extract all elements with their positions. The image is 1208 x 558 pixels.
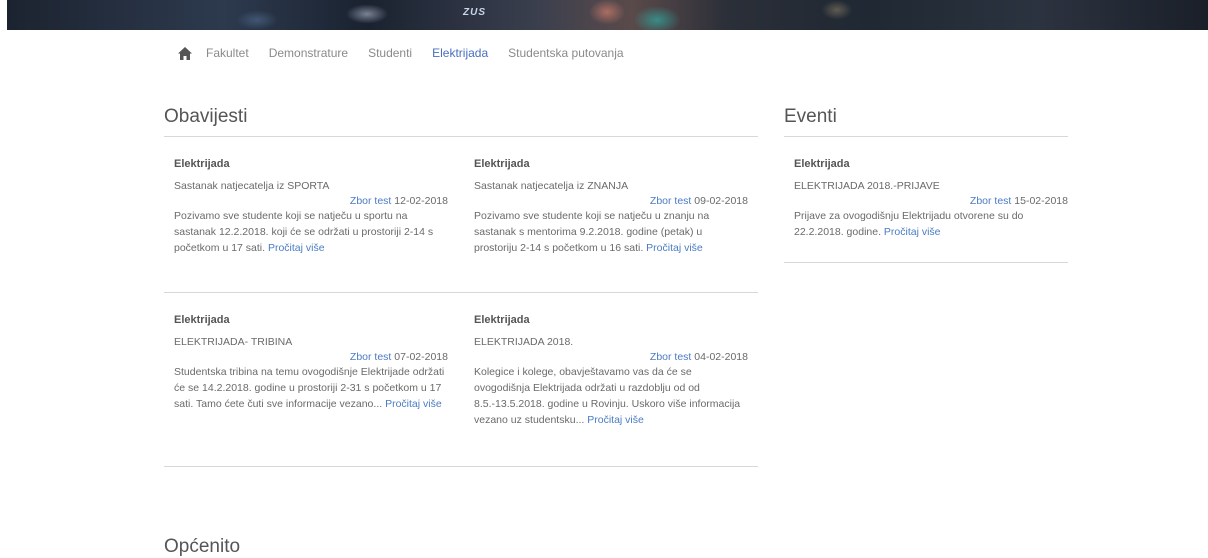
hero-banner-text: ZUS <box>463 7 486 18</box>
read-more-link[interactable]: Pročitaj više <box>385 398 442 410</box>
card-author-link[interactable]: Zbor test <box>970 195 1011 207</box>
eventi-divider <box>784 136 1068 137</box>
card-subject: ELEKTRIJADA 2018.-PRIJAVE <box>794 180 940 192</box>
home-icon[interactable] <box>178 46 192 60</box>
read-more-link[interactable]: Pročitaj više <box>884 226 941 238</box>
news-card: Elektrijada ELEKTRIJADA- TRIBINA Zbor te… <box>174 312 448 412</box>
card-subject: ELEKTRIJADA 2018. <box>474 336 574 348</box>
card-author-link[interactable]: Zbor test <box>350 195 391 207</box>
event-card: Elektrijada ELEKTRIJADA 2018.-PRIJAVE Zb… <box>794 156 1068 240</box>
card-date: 07-02-2018 <box>391 351 448 363</box>
obavijesti-divider <box>164 136 758 137</box>
card-body: Kolegice i kolege, obavještavamo vas da … <box>474 364 748 428</box>
opcenito-title: Općenito <box>164 536 241 557</box>
card-meta: Zbor test 15-02-2018 <box>794 194 1068 208</box>
read-more-link[interactable]: Pročitaj više <box>268 242 325 254</box>
news-card: Elektrijada Sastanak natjecatelja iz ZNA… <box>474 156 748 256</box>
read-more-link[interactable]: Pročitaj više <box>587 414 644 426</box>
nav-item-elektrijada[interactable]: Elektrijada <box>432 46 488 60</box>
obavijesti-bottom-divider <box>164 466 758 467</box>
card-meta: Zbor test 09-02-2018 <box>474 194 748 208</box>
card-category: Elektrijada <box>174 314 230 326</box>
card-body: Pozivamo sve studente koji se natječu u … <box>174 208 448 256</box>
card-category: Elektrijada <box>174 158 230 170</box>
nav-item-fakultet[interactable]: Fakultet <box>206 46 249 60</box>
card-row-divider <box>164 292 758 293</box>
eventi-bottom-divider <box>784 262 1068 263</box>
card-date: 15-02-2018 <box>1011 195 1068 207</box>
main-nav: Fakultet Demonstrature Studenti Elektrij… <box>178 44 644 62</box>
card-date: 09-02-2018 <box>691 195 748 207</box>
card-category: Elektrijada <box>474 158 530 170</box>
card-body: Prijave za ovogodišnju Elektrijadu otvor… <box>794 208 1068 240</box>
eventi-title: Eventi <box>784 106 837 127</box>
card-author-link[interactable]: Zbor test <box>650 195 691 207</box>
card-author-link[interactable]: Zbor test <box>650 351 691 363</box>
card-subject: ELEKTRIJADA- TRIBINA <box>174 336 293 348</box>
nav-item-demonstrature[interactable]: Demonstrature <box>269 46 348 60</box>
card-author-link[interactable]: Zbor test <box>350 351 391 363</box>
card-body: Pozivamo sve studente koji se natječu u … <box>474 208 748 256</box>
card-date: 12-02-2018 <box>391 195 448 207</box>
read-more-link[interactable]: Pročitaj više <box>646 242 703 254</box>
card-subject: Sastanak natjecatelja iz ZNANJA <box>474 180 629 192</box>
news-card: Elektrijada Sastanak natjecatelja iz SPO… <box>174 156 448 256</box>
nav-item-studentska-putovanja[interactable]: Studentska putovanja <box>508 46 623 60</box>
card-date: 04-02-2018 <box>691 351 748 363</box>
news-card: Elektrijada ELEKTRIJADA 2018. Zbor test … <box>474 312 748 428</box>
card-category: Elektrijada <box>794 158 850 170</box>
card-body: Studentska tribina na temu ovogodišnje E… <box>174 364 448 412</box>
card-subject: Sastanak natjecatelja iz SPORTA <box>174 180 330 192</box>
card-meta: Zbor test 04-02-2018 <box>474 350 748 364</box>
card-category: Elektrijada <box>474 314 530 326</box>
obavijesti-title: Obavijesti <box>164 106 248 127</box>
nav-item-studenti[interactable]: Studenti <box>368 46 412 60</box>
card-meta: Zbor test 07-02-2018 <box>174 350 448 364</box>
card-meta: Zbor test 12-02-2018 <box>174 194 448 208</box>
hero-banner: ZUS <box>7 0 1208 30</box>
